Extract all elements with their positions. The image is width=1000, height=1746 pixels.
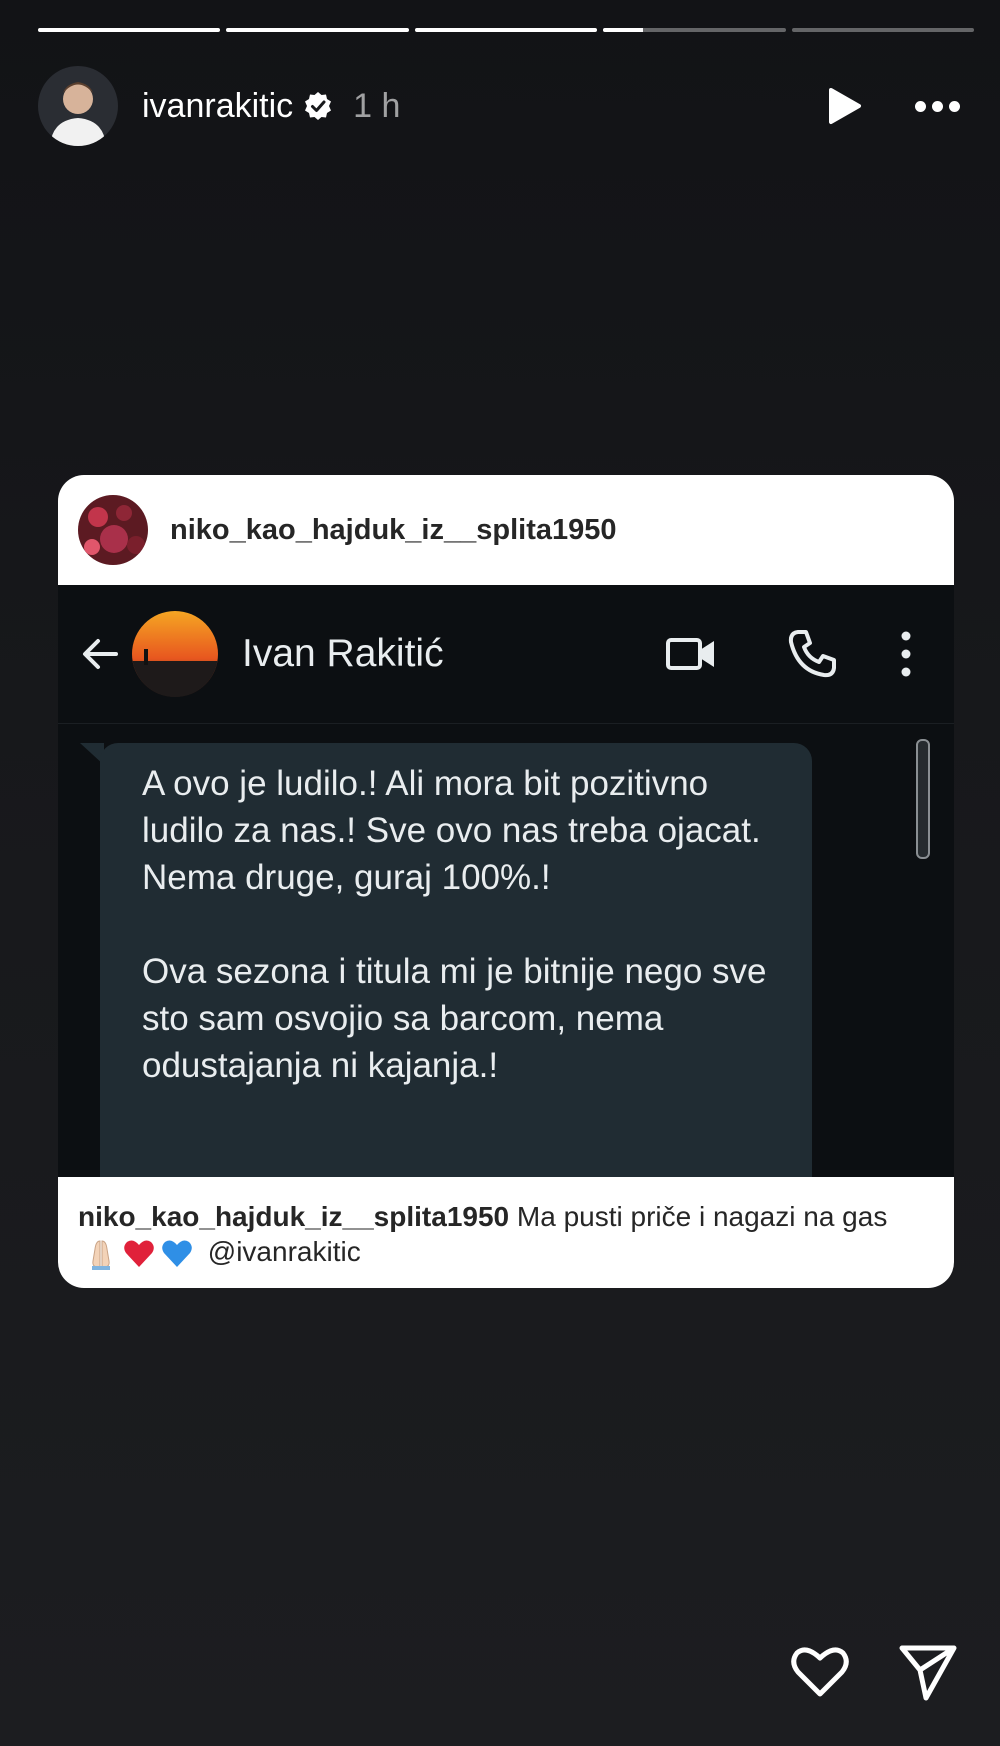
message-text: A ovo je ludilo.! Ali mora bit pozitivno… — [142, 764, 767, 1085]
heart-icon[interactable] — [788, 1640, 852, 1704]
more-options-icon[interactable] — [915, 100, 960, 112]
scrollbar — [916, 739, 930, 859]
shared-post-caption: niko_kao_hajduk_iz__splita1950 Ma pusti … — [58, 1177, 954, 1288]
shared-post-author-avatar[interactable] — [78, 495, 148, 565]
profile-avatar[interactable] — [38, 66, 118, 146]
video-call-icon — [666, 638, 714, 670]
shared-post-card[interactable]: niko_kao_hajduk_iz__splita1950 Ivan Raki… — [58, 475, 954, 1288]
contact-avatar — [132, 611, 218, 697]
story-timestamp: 1 h — [353, 86, 401, 125]
shared-post-header: niko_kao_hajduk_iz__splita1950 — [58, 475, 954, 585]
story-actions — [788, 1640, 960, 1704]
folded-hands-icon — [92, 1240, 110, 1270]
back-arrow-icon — [83, 639, 118, 669]
verified-badge-icon — [305, 92, 332, 120]
red-heart-icon — [124, 1240, 154, 1267]
play-icon[interactable] — [821, 84, 865, 128]
progress-segment — [414, 28, 598, 32]
progress-segment — [38, 28, 221, 32]
chat-screenshot: Ivan Rakitić A ovo je ludilo.! Ali mora … — [58, 585, 954, 1177]
story-header: ivanrakitic 1 h — [38, 66, 960, 146]
shared-post-author[interactable]: niko_kao_hajduk_iz__splita1950 — [170, 514, 617, 547]
caption-username[interactable]: niko_kao_hajduk_iz__splita1950 — [78, 1201, 509, 1232]
caption-text: Ma pusti priče i nagazi na gas — [516, 1201, 888, 1232]
caption-emojis — [84, 1237, 194, 1271]
progress-segment — [791, 28, 975, 32]
blue-heart-icon — [162, 1240, 192, 1267]
contact-name: Ivan Rakitić — [242, 632, 444, 675]
progress-segment — [603, 28, 786, 32]
chat-top-bar: Ivan Rakitić — [58, 585, 954, 724]
progress-segment — [226, 28, 409, 32]
story-username[interactable]: ivanrakitic — [142, 87, 293, 126]
send-icon[interactable] — [896, 1640, 960, 1704]
story-progress-bar — [38, 28, 975, 32]
phone-icon — [788, 630, 836, 678]
caption-mention[interactable]: @ivanrakitic — [208, 1236, 361, 1267]
menu-dots-icon — [901, 631, 911, 677]
